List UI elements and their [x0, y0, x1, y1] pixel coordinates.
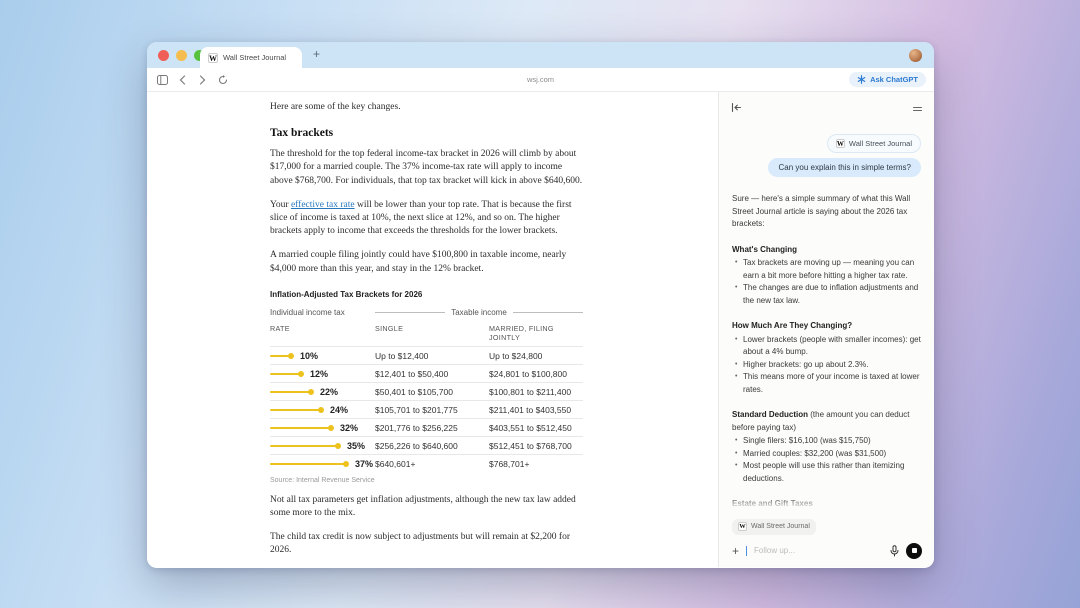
reply-bullet: Tax brackets are moving up — meaning you…: [732, 257, 921, 282]
tab-strip: W Wall Street Journal +: [147, 42, 934, 68]
reply-bullet: Higher brackets: go up about 2.3%.: [732, 359, 921, 372]
tab-wall-street-journal[interactable]: W Wall Street Journal: [200, 47, 302, 68]
wsj-favicon-icon: W: [208, 53, 218, 63]
assistant-message: Sure — here's a simple summary of what t…: [732, 193, 921, 509]
rate-bar: [270, 463, 347, 466]
article-heading-tax-brackets: Tax brackets: [270, 127, 583, 139]
microphone-icon[interactable]: [890, 545, 899, 557]
sidebar-menu-icon[interactable]: [913, 107, 922, 112]
close-window-button[interactable]: [158, 50, 169, 61]
table-source: Source: Internal Revenue Service: [270, 477, 583, 484]
chat-composer: W Wall Street Journal +: [720, 509, 934, 567]
browser-window: W Wall Street Journal + wsj.com Ask Chat…: [147, 42, 934, 568]
article-paragraph: Not all tax parameters get inflation adj…: [270, 494, 583, 520]
reply-bullet: The changes are due to inflation adjustm…: [732, 282, 921, 307]
chatgpt-logo-icon: [857, 75, 866, 84]
forward-button-icon[interactable]: [197, 74, 208, 85]
rate-bar: [270, 391, 312, 394]
article-paragraph: The child tax credit is now subject to a…: [270, 531, 583, 557]
table-subheader-left: Individual income tax: [270, 306, 375, 321]
wsj-favicon-icon: W: [738, 522, 747, 531]
rate-bar: [270, 409, 322, 412]
reply-intro: Sure — here's a simple summary of what t…: [732, 193, 921, 231]
reply-bullet: Most people will use this rather than it…: [732, 460, 921, 485]
rate-bar: [270, 445, 339, 448]
reply-section: What's Changing Tax brackets are moving …: [732, 244, 921, 308]
reply-section: Estate and Gift Taxes Estate tax exclusi…: [732, 498, 921, 509]
reply-bullet: Married couples: $32,200 (was $31,500): [732, 448, 921, 461]
reply-bullet: Single filers: $16,100 (was $15,750): [732, 435, 921, 448]
page-context-chip[interactable]: W Wall Street Journal: [827, 134, 921, 153]
text-caret: [746, 546, 747, 556]
wsj-favicon-icon: W: [836, 139, 845, 148]
article-paragraph: The threshold for the top federal income…: [270, 148, 583, 188]
reply-bullet: Lower brackets (people with smaller inco…: [732, 334, 921, 359]
url-address[interactable]: wsj.com: [147, 75, 934, 84]
table-title: Inflation-Adjusted Tax Brackets for 2026: [270, 290, 583, 299]
collapse-sidebar-icon[interactable]: [731, 100, 742, 118]
rate-bar: [270, 355, 292, 358]
rate-bar: [270, 427, 332, 430]
chatgpt-sidebar: W Wall Street Journal Can you explain th…: [718, 92, 934, 567]
ask-chatgpt-button[interactable]: Ask ChatGPT: [849, 72, 926, 87]
back-button-icon[interactable]: [177, 74, 188, 85]
composer-context-chip[interactable]: W Wall Street Journal: [732, 519, 816, 535]
rate-bar: [270, 373, 302, 376]
follow-up-input[interactable]: [754, 546, 883, 555]
article-paragraph: A married couple filing jointly could ha…: [270, 249, 583, 275]
sidebar-toggle-icon[interactable]: [157, 74, 168, 85]
new-tab-button[interactable]: +: [313, 47, 320, 61]
window-controls: [158, 50, 205, 61]
effective-tax-rate-link[interactable]: effective tax rate: [291, 200, 355, 210]
profile-avatar[interactable]: [909, 49, 922, 62]
tax-brackets-table: Inflation-Adjusted Tax Brackets for 2026…: [270, 290, 583, 484]
reply-section: How Much Are They Changing? Lower bracke…: [732, 320, 921, 396]
minimize-window-button[interactable]: [176, 50, 187, 61]
tab-title: Wall Street Journal: [223, 53, 286, 62]
user-message-bubble: Can you explain this in simple terms?: [768, 158, 921, 177]
reply-bullet: This means more of your income is taxed …: [732, 371, 921, 396]
attach-button[interactable]: +: [732, 544, 739, 558]
article-paragraph: Here are some of the key changes.: [270, 101, 583, 114]
chat-thread: W Wall Street Journal Can you explain th…: [719, 118, 934, 509]
table-subheader-right: Taxable income: [375, 306, 583, 321]
webpage-content: Here are some of the key changes. Tax br…: [147, 92, 718, 567]
column-header-rate: RATE: [270, 321, 375, 346]
column-header-single: SINGLE: [375, 321, 489, 346]
column-header-married: MARRIED, FILING JOINTLY: [489, 321, 583, 346]
browser-toolbar: wsj.com Ask ChatGPT: [147, 68, 934, 92]
reload-button-icon[interactable]: [217, 74, 228, 85]
reply-section: Standard Deduction (the amount you can d…: [732, 409, 921, 485]
article-paragraph: Your effective tax rate will be lower th…: [270, 199, 583, 239]
stop-button[interactable]: [906, 543, 922, 559]
